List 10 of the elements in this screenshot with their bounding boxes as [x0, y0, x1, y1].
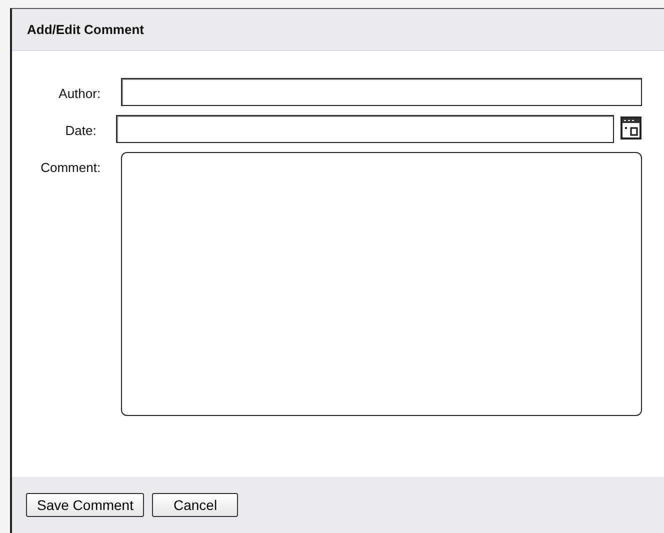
cancel-button[interactable]: Cancel [152, 492, 238, 518]
save-button[interactable]: Save Comment [26, 492, 144, 518]
dialog-title: Add/Edit Comment [27, 20, 144, 39]
field-label: Author: [58, 85, 101, 103]
calendar-icon[interactable] [620, 115, 642, 141]
text-field[interactable] [120, 78, 642, 106]
comment-field[interactable] [120, 152, 642, 416]
field-label: Comment: [40, 159, 101, 177]
field-label: Date: [64, 122, 96, 140]
date-field[interactable] [116, 115, 614, 143]
